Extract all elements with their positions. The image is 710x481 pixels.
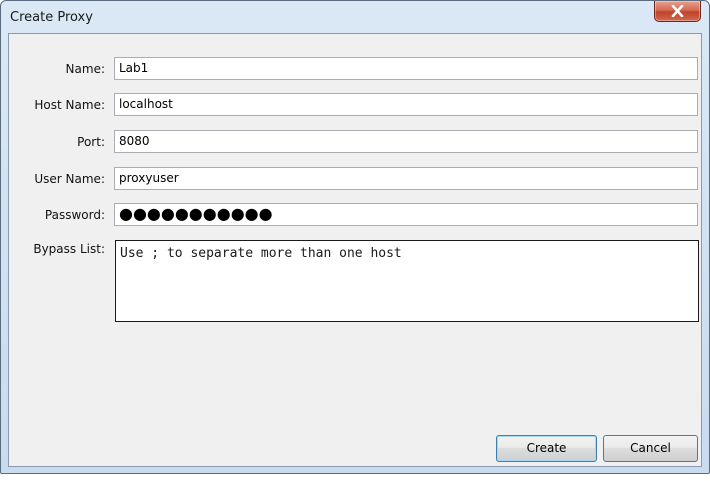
title-bar[interactable]: Create Proxy [1,1,709,33]
host-name-label: Host Name: [34,98,105,112]
password-label: Password: [44,208,105,222]
cancel-button[interactable]: Cancel [603,435,698,462]
password-field[interactable]: ●●●●●●●●●●● [114,203,698,226]
port-field[interactable]: 8080 [114,130,698,153]
create-proxy-dialog: Create Proxy Name: Lab1 Host Name: local… [0,0,710,474]
host-name-field[interactable]: localhost [114,93,698,116]
bypass-list-label: Bypass List: [33,242,105,256]
dialog-title: Create Proxy [10,10,93,25]
close-button[interactable] [654,1,701,22]
port-label: Port: [77,135,105,149]
close-icon [671,5,684,17]
bypass-list-textarea[interactable]: Use ; to separate more than one host [115,240,699,322]
name-field[interactable]: Lab1 [114,57,698,80]
create-button[interactable]: Create [496,435,597,462]
user-name-field[interactable]: proxyuser [114,167,698,190]
user-name-label: User Name: [34,172,105,186]
name-label: Name: [65,62,105,76]
dialog-body: Name: Lab1 Host Name: localhost Port: 80… [8,33,702,467]
